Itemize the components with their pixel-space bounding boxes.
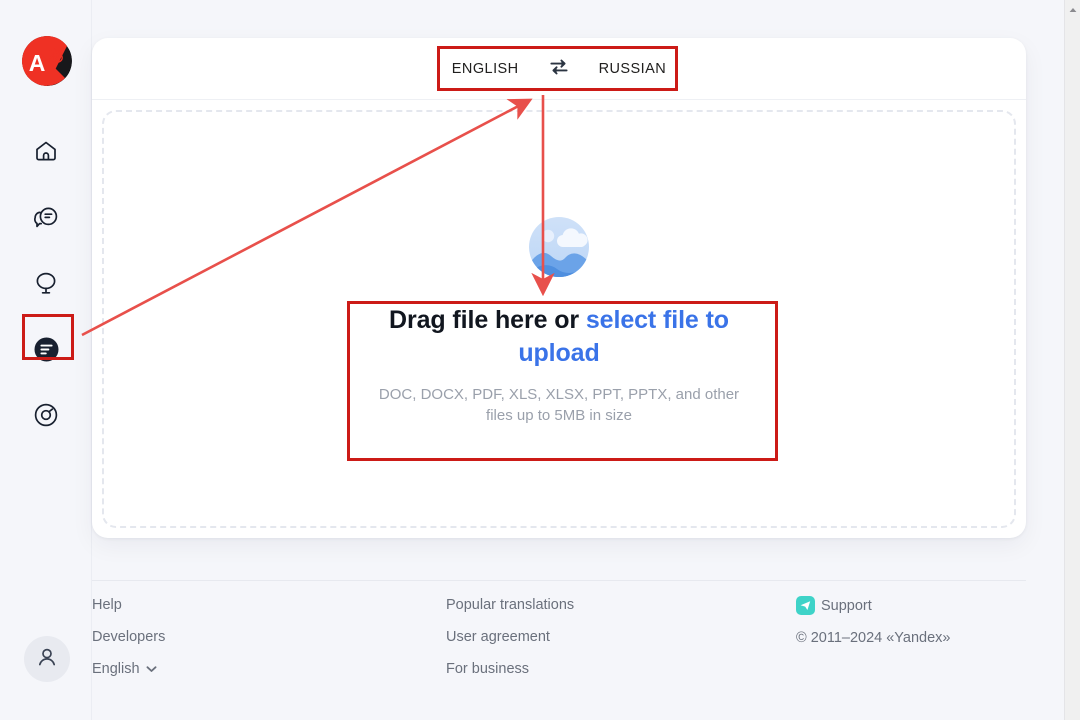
left-sidebar: A あ [0,0,92,720]
footer-language-label: English [92,661,140,677]
footer-link-popular-translations[interactable]: Popular translations [446,596,574,614]
footer-column-1: Help Developers English [92,596,446,708]
footer-column-3: Support © 2011–2024 «Yandex» [796,596,1026,708]
sidebar-items [0,118,92,448]
image-placeholder-icon [515,212,603,282]
translator-card: ENGLISH RUSSIAN Drag file here or select… [92,38,1026,538]
chevron-down-icon [146,660,157,678]
svg-text:A: A [29,50,46,76]
footer-link-for-business[interactable]: For business [446,660,529,678]
sidebar-item-image[interactable] [0,382,92,448]
footer-link-help[interactable]: Help [92,596,122,614]
file-dropzone[interactable]: Drag file here or select file to upload … [102,110,1016,528]
sidebar-item-document[interactable] [0,316,92,382]
footer-support-label: Support [821,597,872,614]
swap-languages-button[interactable] [547,56,571,81]
app-root: A あ ENGLISH RUSSIAN Drag file here or se… [0,0,1080,720]
sidebar-item-chat[interactable] [0,184,92,250]
language-switcher: ENGLISH RUSSIAN [450,56,668,81]
footer-divider [92,580,1026,581]
footer-link-developers[interactable]: Developers [92,628,165,646]
user-avatar-icon [36,646,58,673]
footer-language-selector[interactable]: English [92,660,157,678]
page-scrollbar[interactable] [1064,0,1080,720]
chat-icon [33,204,60,231]
yandex-translate-logo[interactable]: A あ [22,36,72,86]
footer-link-support[interactable]: Support [796,596,872,615]
camera-icon [33,402,59,428]
swap-arrows-icon [549,58,569,79]
page-footer: Help Developers English Popular translat… [92,596,1026,708]
footer-copyright: © 2011–2024 «Yandex» [796,630,951,646]
sidebar-item-voice[interactable] [0,250,92,316]
footer-column-2: Popular translations User agreement For … [446,596,796,708]
support-telegram-icon [796,596,815,615]
card-header: ENGLISH RUSSIAN [92,38,1026,100]
home-icon [33,138,59,164]
svg-text:あ: あ [48,47,65,67]
scroll-up-arrow-icon[interactable] [1068,2,1078,12]
user-avatar[interactable] [24,636,70,682]
document-icon [33,336,60,363]
footer-link-user-agreement[interactable]: User agreement [446,628,550,646]
balloon-icon [33,270,59,296]
sidebar-item-home[interactable] [0,118,92,184]
dropzone-title-lead: Drag file here or [389,306,586,334]
dropzone-subtitle: DOC, DOCX, PDF, XLS, XLSX, PPT, PPTX, an… [378,386,740,424]
dropzone-title: Drag file here or select file to upload [379,304,739,370]
target-language-button[interactable]: RUSSIAN [597,57,669,81]
source-language-button[interactable]: ENGLISH [450,57,521,81]
